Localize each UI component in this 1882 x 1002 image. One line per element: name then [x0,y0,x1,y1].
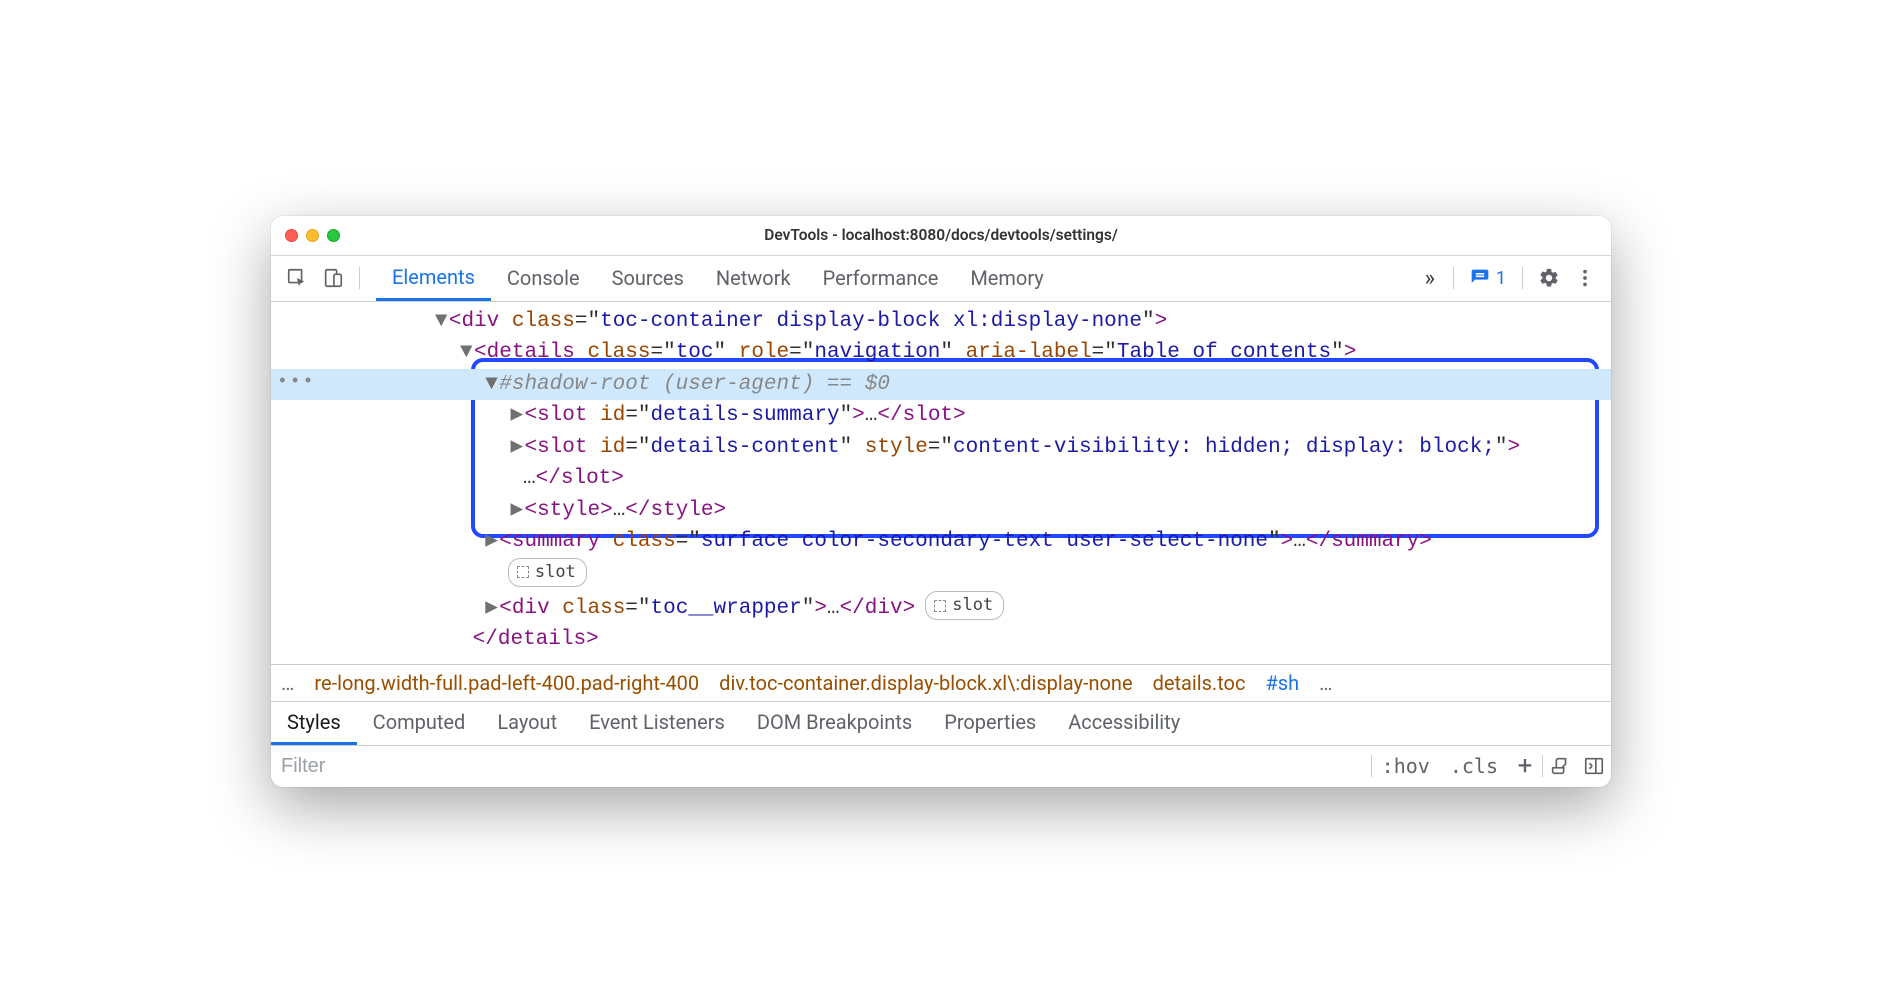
slot-reveal-chip[interactable]: slot [508,558,587,588]
overflow-ellipsis-icon[interactable]: ••• [277,369,315,396]
slot-reveal-icon [934,600,946,612]
disclosure-triangle-icon[interactable]: ▼ [460,337,474,369]
slot-reveal-chip[interactable]: slot [925,591,1004,621]
breadcrumb-overflow-left[interactable]: … [281,671,294,695]
breadcrumb-item[interactable]: div.toc-container.display-block.xl\:disp… [719,671,1132,695]
paint-brush-icon[interactable] [1543,755,1577,777]
device-toggle-icon[interactable] [319,264,347,292]
separator [1522,267,1523,289]
issues-button[interactable]: 1 [1462,265,1514,292]
dom-node-closing[interactable]: </details> [271,624,1611,656]
computed-sidebar-toggle-icon[interactable] [1577,755,1611,777]
disclosure-triangle-icon[interactable]: ▶ [485,593,499,625]
styles-subtabs: Styles Computed Layout Event Listeners D… [271,701,1611,745]
settings-gear-icon[interactable] [1535,264,1563,292]
dom-node[interactable]: ▼<div class="toc-container display-block… [271,306,1611,338]
dom-node[interactable]: ▶<div class="toc__wrapper">…</div>slot [271,591,1611,624]
dom-node[interactable]: ▶<style>…</style> [271,495,1611,527]
kebab-menu-icon[interactable] [1571,264,1599,292]
disclosure-triangle-icon[interactable]: ▶ [510,495,524,527]
main-toolbar: Elements Console Sources Network Perform… [271,256,1611,302]
dom-node-continuation[interactable]: …</slot> [271,463,1611,495]
breadcrumb-item[interactable]: details.toc [1153,671,1246,695]
chat-icon [1470,268,1490,288]
subtab-layout[interactable]: Layout [481,702,573,745]
dom-node[interactable]: ▶<summary class="surface color-secondary… [271,526,1611,558]
subtab-properties[interactable]: Properties [928,702,1052,745]
maximize-window-button[interactable] [327,229,340,242]
breadcrumb-overflow-right[interactable]: … [1319,671,1332,695]
breadcrumb-item-current[interactable]: #sh [1265,671,1299,695]
window-controls [285,229,340,242]
issues-count: 1 [1496,268,1506,289]
styles-filter-input[interactable] [271,755,1371,778]
styles-filter-bar: :hov .cls + [271,745,1611,787]
inspect-element-icon[interactable] [283,264,311,292]
disclosure-triangle-icon[interactable]: ▶ [485,526,499,558]
separator [359,267,360,289]
toggle-hov-button[interactable]: :hov [1372,754,1440,778]
tab-performance[interactable]: Performance [807,255,955,301]
subtab-styles[interactable]: Styles [271,702,357,745]
slot-reveal-icon [517,566,529,578]
tab-sources[interactable]: Sources [596,255,700,301]
toggle-cls-button[interactable]: .cls [1440,754,1508,778]
elements-breadcrumb[interactable]: … re-long.width-full.pad-left-400.pad-ri… [271,664,1611,701]
dom-node-shadow-root[interactable]: ••• ▼#shadow-root (user-agent) == $0 [271,369,1611,401]
disclosure-triangle-icon[interactable]: ▼ [435,306,449,338]
shadow-root-label: #shadow-root (user-agent) [499,373,814,396]
subtab-dom-breakpoints[interactable]: DOM Breakpoints [741,702,928,745]
window-title: DevTools - localhost:8080/docs/devtools/… [285,226,1597,244]
disclosure-triangle-icon[interactable]: ▶ [510,400,524,432]
dom-node[interactable]: ▼<details class="toc" role="navigation" … [271,337,1611,369]
new-style-rule-icon[interactable]: + [1508,751,1542,781]
disclosure-triangle-icon[interactable]: ▼ [485,369,499,401]
tab-console[interactable]: Console [491,255,596,301]
dom-node[interactable]: ▶<slot id="details-content" style="conte… [271,432,1611,464]
breadcrumb-item[interactable]: re-long.width-full.pad-left-400.pad-righ… [314,671,699,695]
elements-dom-tree[interactable]: ▼<div class="toc-container display-block… [271,302,1611,664]
more-tabs-icon[interactable]: » [1415,266,1445,291]
subtab-computed[interactable]: Computed [357,702,482,745]
minimize-window-button[interactable] [306,229,319,242]
disclosure-triangle-icon[interactable]: ▶ [510,432,524,464]
devtools-window: DevTools - localhost:8080/docs/devtools/… [271,216,1611,787]
dom-node[interactable]: ▶<slot id="details-summary">…</slot> [271,400,1611,432]
panel-tabs: Elements Console Sources Network Perform… [376,255,1060,301]
tab-memory[interactable]: Memory [954,255,1059,301]
slot-reveal-chip-row: slot [271,558,1611,591]
subtab-event-listeners[interactable]: Event Listeners [573,702,741,745]
titlebar: DevTools - localhost:8080/docs/devtools/… [271,216,1611,256]
close-window-button[interactable] [285,229,298,242]
subtab-accessibility[interactable]: Accessibility [1052,702,1196,745]
tab-elements[interactable]: Elements [376,255,491,301]
tab-network[interactable]: Network [700,255,807,301]
separator [1453,267,1454,289]
